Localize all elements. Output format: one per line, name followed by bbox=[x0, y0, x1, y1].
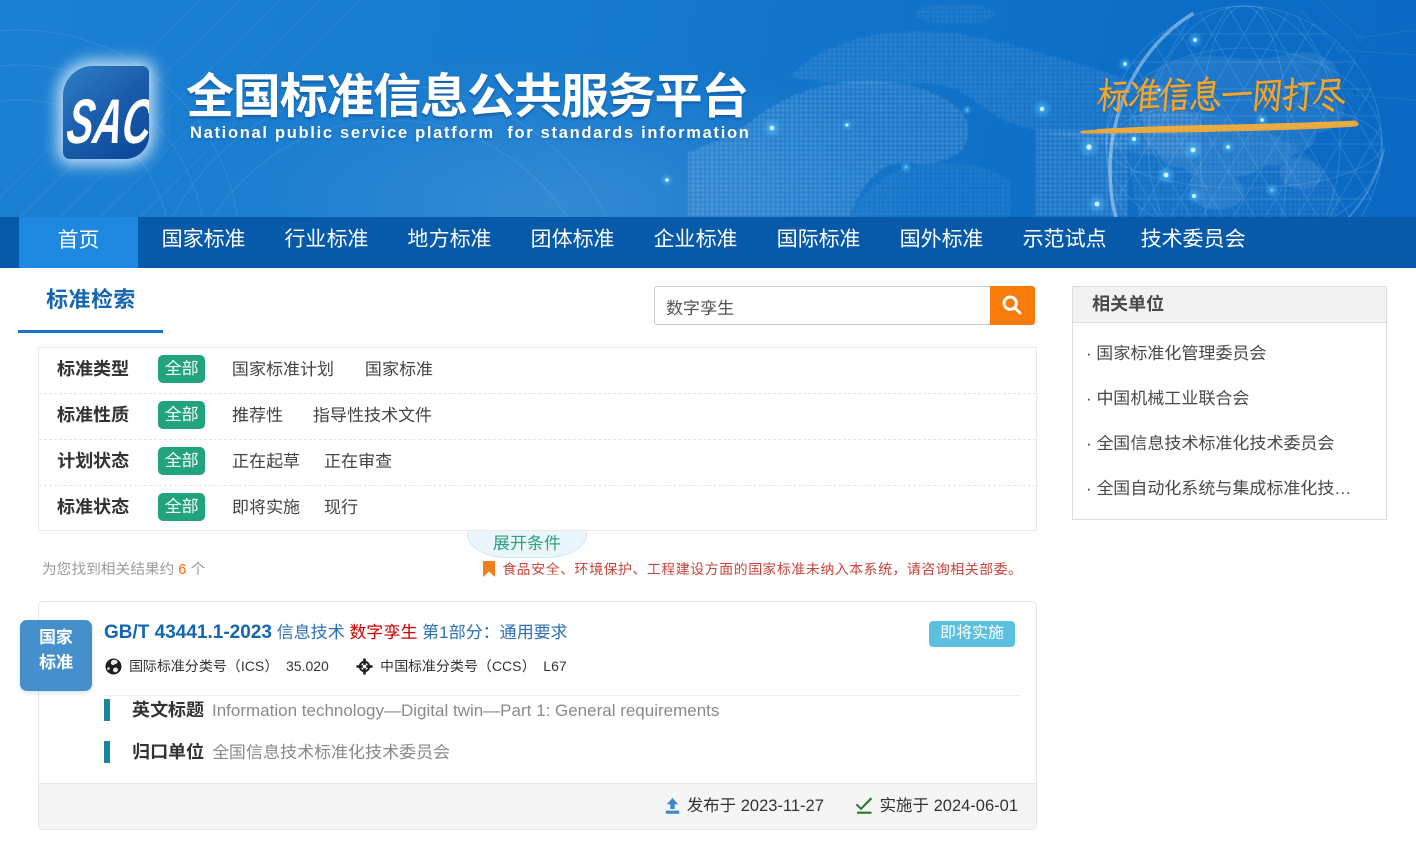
svg-text:SAC: SAC bbox=[63, 94, 149, 156]
